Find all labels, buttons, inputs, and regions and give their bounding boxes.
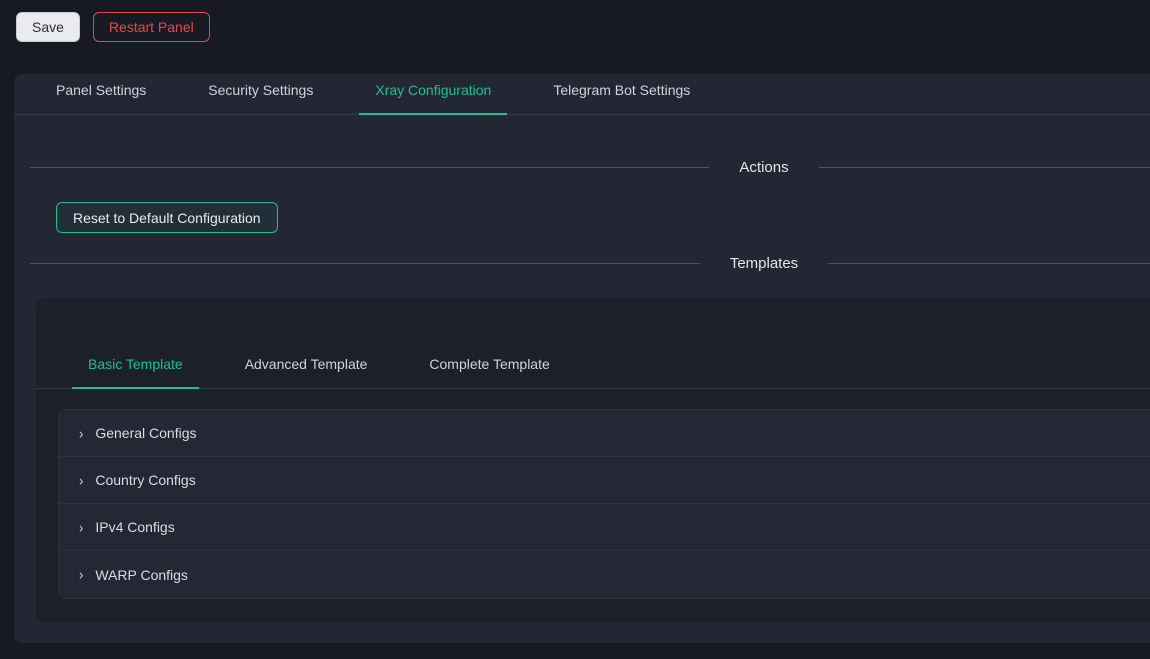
save-button[interactable]: Save: [16, 12, 80, 42]
collapse-row-warp-configs[interactable]: › WARP Configs: [59, 551, 1150, 598]
actions-divider: Actions: [30, 159, 1150, 176]
tab-xray-configuration[interactable]: Xray Configuration: [359, 74, 507, 115]
actions-divider-label: Actions: [709, 159, 818, 176]
tab-telegram-bot-settings[interactable]: Telegram Bot Settings: [537, 74, 706, 114]
tab-panel-settings[interactable]: Panel Settings: [40, 74, 162, 114]
tab-basic-template[interactable]: Basic Template: [72, 348, 199, 389]
tab-advanced-template[interactable]: Advanced Template: [229, 348, 384, 388]
tab-complete-template[interactable]: Complete Template: [413, 348, 565, 388]
collapse-row-label: IPv4 Configs: [95, 519, 174, 535]
templates-divider: Templates: [30, 255, 1150, 272]
collapse-row-label: Country Configs: [95, 472, 195, 488]
templates-divider-label: Templates: [700, 255, 828, 272]
restart-panel-button[interactable]: Restart Panel: [93, 12, 210, 42]
reset-default-configuration-button[interactable]: Reset to Default Configuration: [56, 202, 278, 233]
collapse-row-ipv4-configs[interactable]: › IPv4 Configs: [59, 504, 1150, 551]
collapse-row-country-configs[interactable]: › Country Configs: [59, 457, 1150, 504]
settings-tabbar: Panel Settings Security Settings Xray Co…: [14, 74, 1150, 115]
topbar: Save Restart Panel: [0, 0, 1150, 50]
chevron-right-icon: ›: [79, 426, 83, 441]
settings-card: Panel Settings Security Settings Xray Co…: [14, 74, 1150, 643]
tab-security-settings[interactable]: Security Settings: [192, 74, 329, 114]
configs-collapse: › General Configs › Country Configs › IP…: [58, 409, 1150, 599]
templates-card: Basic Template Advanced Template Complet…: [36, 298, 1150, 623]
collapse-row-general-configs[interactable]: › General Configs: [59, 410, 1150, 457]
templates-tabbar: Basic Template Advanced Template Complet…: [36, 348, 1150, 389]
chevron-right-icon: ›: [79, 520, 83, 535]
chevron-right-icon: ›: [79, 567, 83, 582]
collapse-row-label: General Configs: [95, 425, 196, 441]
collapse-row-label: WARP Configs: [95, 567, 188, 583]
chevron-right-icon: ›: [79, 473, 83, 488]
